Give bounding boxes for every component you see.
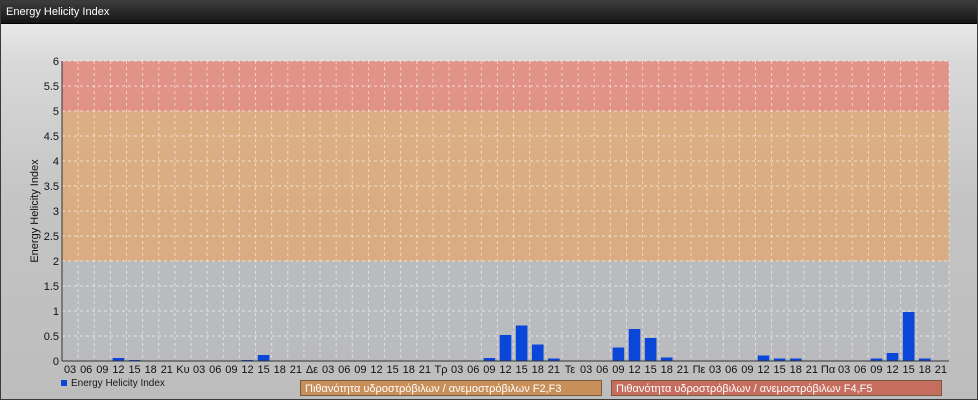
x-tick-label: 18 bbox=[790, 364, 802, 376]
x-tick-label: 15 bbox=[516, 364, 528, 376]
x-tick-label: 12 bbox=[757, 364, 769, 376]
x-tick-label: 03 bbox=[451, 364, 463, 376]
bar-52 bbox=[902, 312, 915, 361]
bar-29 bbox=[531, 344, 544, 361]
bar-34 bbox=[612, 347, 625, 361]
bar-36 bbox=[644, 338, 657, 361]
x-tick-label: 15 bbox=[386, 364, 398, 376]
y-tick-label: 1.5 bbox=[44, 281, 59, 293]
y-tick-label: 0 bbox=[53, 356, 59, 368]
bar-12 bbox=[257, 355, 270, 361]
x-tick-label: 06 bbox=[338, 364, 350, 376]
x-tick-labels: 03 06 09 12 15 18 21 Κυ 03 06 09 12 15 18 21 Δε 03 06 09 12… bbox=[64, 364, 947, 376]
x-tick-label: 09 bbox=[870, 364, 882, 376]
bar-35 bbox=[628, 329, 641, 361]
legend-band-f4-f5: Πιθανότητα υδροστρόβιλων / ανεμοστρόβιλω… bbox=[611, 380, 942, 396]
x-tick-label: 15 bbox=[903, 364, 915, 376]
x-tick-label: 21 bbox=[419, 364, 431, 376]
y-tick-label: 2 bbox=[53, 256, 59, 268]
legend-band-f2-f3: Πιθανότητα υδροστρόβιλων / ανεμοστρόβιλω… bbox=[300, 380, 602, 396]
x-tick-label: 18 bbox=[661, 364, 673, 376]
y-tick-label: 0.5 bbox=[44, 331, 59, 343]
x-tick-label: 03 bbox=[64, 364, 76, 376]
x-tick-label: 15 bbox=[645, 364, 657, 376]
x-tick-label: 21 bbox=[548, 364, 560, 376]
bar-37 bbox=[660, 357, 673, 361]
x-tick-label: 09 bbox=[483, 364, 495, 376]
x-tick-label: 21 bbox=[806, 364, 818, 376]
x-tick-label: Κυ bbox=[176, 364, 189, 376]
x-tick-label: 18 bbox=[919, 364, 931, 376]
x-tick-label: 09 bbox=[612, 364, 624, 376]
x-tick-label: 12 bbox=[628, 364, 640, 376]
x-tick-label: 06 bbox=[80, 364, 92, 376]
x-tick-label: 03 bbox=[193, 364, 205, 376]
x-tick-label: 12 bbox=[886, 364, 898, 376]
x-tick-label: 15 bbox=[257, 364, 269, 376]
x-tick-label: 03 bbox=[580, 364, 592, 376]
x-tick-label: Τρ bbox=[434, 364, 447, 376]
x-tick-label: 21 bbox=[935, 364, 947, 376]
x-tick-label: 21 bbox=[161, 364, 173, 376]
y-tick-label: 4.5 bbox=[44, 131, 59, 143]
y-axis-label: Energy Helicity Index bbox=[29, 159, 41, 263]
legend-series-label: Energy Helicity Index bbox=[71, 377, 165, 389]
x-tick-label: 15 bbox=[774, 364, 786, 376]
y-tick-label: 5 bbox=[53, 106, 59, 118]
y-tick-label: 2.5 bbox=[44, 231, 59, 243]
x-tick-label: 21 bbox=[677, 364, 689, 376]
x-tick-label: 12 bbox=[370, 364, 382, 376]
y-tick-label: 5.5 bbox=[44, 81, 59, 93]
y-tick-labels: 0 0.5 1 1.5 2 2.5 3 3.5 4 4.5 5 5.5 6 bbox=[44, 56, 59, 368]
y-tick-label: 4 bbox=[53, 156, 59, 168]
x-tick-label: 03 bbox=[709, 364, 721, 376]
y-tick-label: 3.5 bbox=[44, 181, 59, 193]
y-tick-label: 6 bbox=[53, 56, 59, 68]
bar-43 bbox=[757, 355, 770, 361]
bar-51 bbox=[886, 353, 899, 361]
bar-28 bbox=[515, 325, 528, 361]
x-tick-label: 03 bbox=[322, 364, 334, 376]
x-tick-label: 09 bbox=[354, 364, 366, 376]
y-tick-label: 3 bbox=[53, 206, 59, 218]
x-tick-label: 18 bbox=[403, 364, 415, 376]
x-tick-label: 18 bbox=[145, 364, 157, 376]
x-tick-label: 12 bbox=[112, 364, 124, 376]
bar-27 bbox=[499, 335, 512, 361]
legend-swatch bbox=[61, 380, 67, 386]
x-tick-label: 15 bbox=[128, 364, 140, 376]
x-tick-label: 09 bbox=[96, 364, 108, 376]
x-tick-label: 06 bbox=[596, 364, 608, 376]
x-tick-label: Πε bbox=[693, 364, 706, 376]
x-tick-label: 06 bbox=[854, 364, 866, 376]
x-tick-label: Δε bbox=[306, 364, 318, 376]
legend-series[interactable]: Energy Helicity Index bbox=[61, 376, 165, 390]
energy-helicity-chart: 0 0.5 1 1.5 2 2.5 3 3.5 4 4.5 5 5.5 6 03 06 09 12 15 18 21… bbox=[29, 56, 950, 376]
x-tick-label: 09 bbox=[741, 364, 753, 376]
x-tick-label: 18 bbox=[532, 364, 544, 376]
x-tick-label: 12 bbox=[499, 364, 511, 376]
x-tick-label: 06 bbox=[725, 364, 737, 376]
x-tick-label: Πα bbox=[821, 364, 836, 376]
x-tick-label: 21 bbox=[290, 364, 302, 376]
x-tick-label: 18 bbox=[274, 364, 286, 376]
x-tick-label: 09 bbox=[225, 364, 237, 376]
x-tick-label: Τε bbox=[565, 364, 576, 376]
x-tick-label: 03 bbox=[838, 364, 850, 376]
chart-widget: Energy Helicity Index 0 0.5 1 1.5 2 2.5 3 3.5 4 4… bbox=[0, 0, 978, 400]
y-tick-label: 1 bbox=[53, 306, 59, 318]
x-tick-label: 06 bbox=[209, 364, 221, 376]
x-tick-label: 06 bbox=[467, 364, 479, 376]
x-tick-label: 12 bbox=[241, 364, 253, 376]
